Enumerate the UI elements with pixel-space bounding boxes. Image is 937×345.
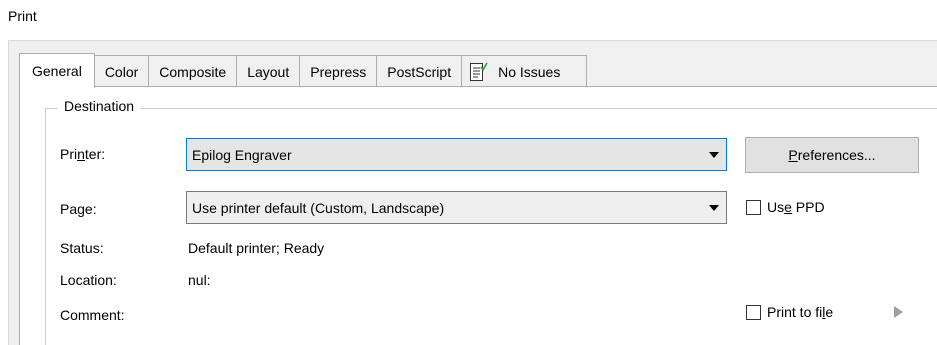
page-label: Page: — [60, 201, 97, 217]
tab-layout[interactable]: Layout — [237, 55, 301, 87]
printer-label: Printer: — [60, 146, 106, 162]
tab-color-label: Color — [104, 63, 139, 80]
tab-general[interactable]: General — [19, 53, 95, 88]
printer-select[interactable]: Epilog Engraver — [186, 138, 727, 171]
tab-issues-label: No Issues — [498, 63, 561, 80]
tab-general-label: General — [32, 63, 82, 79]
print-to-file-checkbox[interactable]: Print to file — [746, 304, 833, 320]
use-ppd-checkbox[interactable]: Use PPD — [746, 199, 825, 215]
tab-composite-label: Composite — [159, 63, 227, 80]
print-to-file-checkbox-box[interactable] — [746, 304, 761, 320]
window-title: Print — [8, 8, 37, 24]
page-select-value: Use printer default (Custom, Landscape) — [192, 199, 445, 216]
printer-select-value: Epilog Engraver — [192, 146, 292, 163]
tab-issues[interactable]: No Issues — [462, 55, 588, 87]
tab-color[interactable]: Color — [94, 55, 150, 87]
tab-prepress[interactable]: Prepress — [300, 55, 378, 87]
tab-strip: General Color Composite Layout Prepress … — [19, 52, 588, 88]
tab-composite[interactable]: Composite — [149, 55, 238, 87]
tab-prepress-label: Prepress — [310, 63, 367, 80]
print-to-file-label: Print to file — [767, 304, 834, 320]
chevron-down-icon — [709, 205, 719, 211]
status-value: Default printer; Ready — [188, 240, 325, 256]
use-ppd-checkbox-box[interactable] — [746, 199, 761, 215]
comment-label: Comment: — [60, 307, 125, 323]
location-value: nul: — [188, 272, 211, 288]
play-arrow-icon[interactable] — [894, 306, 903, 318]
location-label: Location: — [60, 272, 117, 288]
preferences-button[interactable]: Preferences... — [745, 137, 919, 173]
chevron-down-icon — [709, 152, 719, 158]
issues-checklist-icon — [470, 62, 488, 82]
use-ppd-label: Use PPD — [767, 199, 825, 215]
page-select[interactable]: Use printer default (Custom, Landscape) — [186, 191, 727, 224]
tab-postscript[interactable]: PostScript — [377, 55, 463, 87]
destination-group-title: Destination — [58, 98, 141, 114]
status-label: Status: — [60, 240, 104, 256]
tab-postscript-label: PostScript — [387, 63, 452, 80]
tab-layout-label: Layout — [247, 63, 290, 80]
